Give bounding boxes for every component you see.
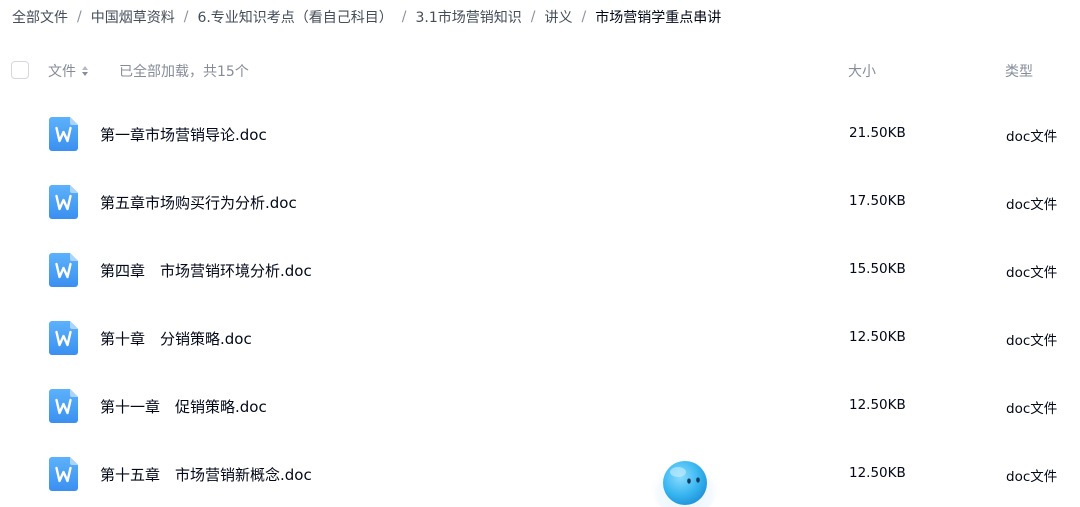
size-column-label[interactable]: 大小 bbox=[848, 61, 876, 81]
file-type: doc文件 bbox=[1006, 469, 1058, 485]
file-row[interactable]: 第十一章 促销策略.doc 12.50KB doc文件 bbox=[0, 372, 1080, 440]
file-row[interactable]: 第十章 分销策略.doc 12.50KB doc文件 bbox=[0, 304, 1080, 372]
breadcrumb: 全部文件 / 中国烟草资料 / 6.专业知识考点（看自己科目） / 3.1市场营… bbox=[12, 6, 721, 28]
file-name[interactable]: 第五章市场购买行为分析.doc bbox=[100, 192, 297, 213]
file-row[interactable]: 第五章市场购买行为分析.doc 17.50KB doc文件 bbox=[0, 168, 1080, 236]
breadcrumb-separator: / bbox=[77, 9, 82, 25]
file-name[interactable]: 第一章市场营销导论.doc bbox=[100, 124, 267, 145]
file-size: 12.50KB bbox=[849, 329, 906, 345]
breadcrumb-item-all-files[interactable]: 全部文件 bbox=[12, 7, 68, 27]
breadcrumb-item-professional-knowledge[interactable]: 6.专业知识考点（看自己科目） bbox=[197, 7, 392, 27]
file-name[interactable]: 第十一章 促销策略.doc bbox=[100, 396, 267, 417]
breadcrumb-item-lecture-notes[interactable]: 讲义 bbox=[545, 7, 573, 27]
file-size: 17.50KB bbox=[849, 193, 906, 209]
file-name[interactable]: 第十五章 市场营销新概念.doc bbox=[100, 464, 312, 485]
file-size: 21.50KB bbox=[849, 125, 906, 141]
file-row[interactable]: 第一章市场营销导论.doc 21.50KB doc文件 bbox=[0, 100, 1080, 168]
file-type: doc文件 bbox=[1006, 265, 1058, 281]
file-type: doc文件 bbox=[1006, 333, 1058, 349]
file-name[interactable]: 第四章 市场营销环境分析.doc bbox=[100, 260, 312, 281]
sort-by-name-button[interactable]: 文件 bbox=[48, 61, 89, 81]
breadcrumb-separator: / bbox=[581, 9, 587, 25]
file-size: 12.50KB bbox=[849, 465, 906, 481]
file-row[interactable]: 第四章 市场营销环境分析.doc 15.50KB doc文件 bbox=[0, 236, 1080, 304]
word-doc-icon bbox=[49, 253, 78, 287]
breadcrumb-item-marketing-knowledge[interactable]: 3.1市场营销知识 bbox=[416, 7, 522, 27]
word-doc-icon bbox=[49, 457, 78, 491]
file-column-label: 文件 bbox=[48, 64, 76, 80]
breadcrumb-item-current-folder: 市场营销学重点串讲 bbox=[595, 10, 722, 26]
breadcrumb-separator: / bbox=[401, 9, 407, 25]
file-type: doc文件 bbox=[1006, 129, 1058, 145]
breadcrumb-separator: / bbox=[530, 9, 536, 25]
file-list-header: 文件 已全部加载，共15个 大小 类型 bbox=[0, 52, 1080, 88]
file-row[interactable]: 第十五章 市场营销新概念.doc 12.50KB doc文件 bbox=[0, 440, 1080, 507]
file-type: doc文件 bbox=[1006, 197, 1058, 213]
file-size: 15.50KB bbox=[849, 261, 906, 277]
assistant-mascot-icon[interactable] bbox=[650, 450, 720, 507]
breadcrumb-separator: / bbox=[183, 9, 189, 25]
loaded-count-text: 已全部加载，共15个 bbox=[119, 64, 249, 80]
word-doc-icon bbox=[49, 185, 78, 219]
word-doc-icon bbox=[49, 321, 78, 355]
type-column-label[interactable]: 类型 bbox=[1005, 61, 1033, 81]
breadcrumb-item-tobacco-materials[interactable]: 中国烟草资料 bbox=[91, 7, 175, 27]
sort-icon bbox=[81, 65, 89, 77]
file-type: doc文件 bbox=[1006, 401, 1058, 417]
file-size: 12.50KB bbox=[849, 397, 906, 413]
word-doc-icon bbox=[49, 117, 78, 151]
file-name[interactable]: 第十章 分销策略.doc bbox=[100, 328, 252, 349]
word-doc-icon bbox=[49, 389, 78, 423]
select-all-checkbox[interactable] bbox=[11, 61, 29, 79]
